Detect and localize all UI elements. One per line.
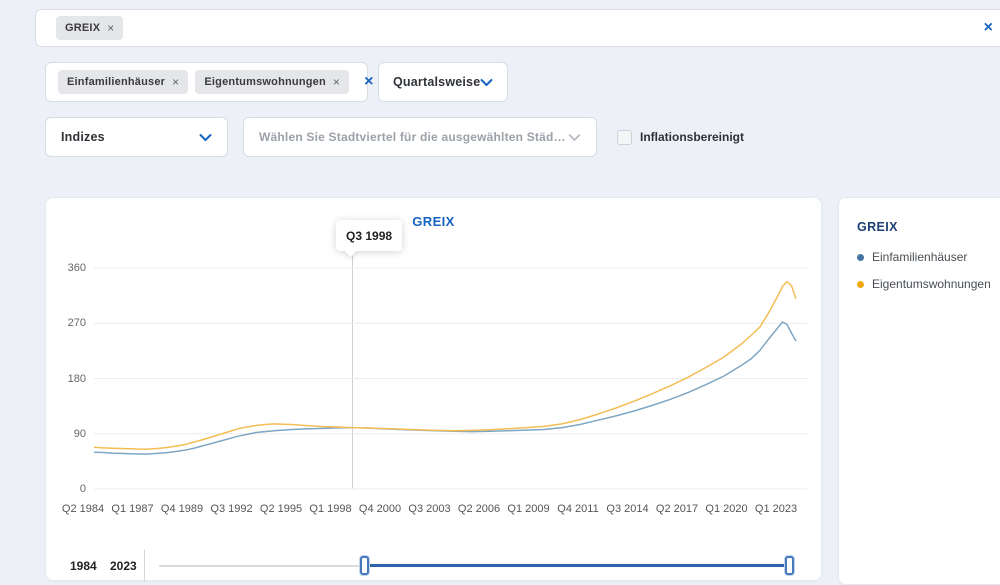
chevron-down-icon xyxy=(480,78,493,87)
range-divider xyxy=(144,550,145,582)
chevron-down-icon xyxy=(199,133,212,142)
series-dot-icon xyxy=(857,281,864,288)
chart-title: GREIX xyxy=(46,214,821,229)
y-axis-label: 360 xyxy=(48,262,86,274)
series-line-eigentumswohnungen xyxy=(94,282,796,450)
chip-label: GREIX xyxy=(65,22,100,34)
chart-plot-area[interactable] xyxy=(46,198,823,582)
range-slider-selected-range[interactable] xyxy=(364,564,789,567)
range-start-label: 1984 xyxy=(70,559,97,573)
segment-chip-einfamilienhaeuser[interactable]: Einfamilienhäuser × xyxy=(58,70,188,94)
segment-chip-eigentumswohnungen[interactable]: Eigentumswohnungen × xyxy=(195,70,349,94)
legend-item-label: Einfamilienhäuser xyxy=(872,250,967,264)
clear-cities-icon[interactable]: × xyxy=(984,20,993,36)
y-axis-label: 90 xyxy=(48,428,86,440)
range-end-label: 2023 xyxy=(110,559,137,573)
inflation-adjusted-label: Inflationsbereinigt xyxy=(640,130,744,144)
series-line-einfamilienhäuser xyxy=(94,322,796,454)
chart-crosshair-line xyxy=(352,256,353,489)
legend-card: GREIX Einfamilienhäuser Eigentumswohnung… xyxy=(838,197,1000,585)
range-slider-left-handle[interactable] xyxy=(360,556,369,575)
legend-title: GREIX xyxy=(857,220,1000,234)
remove-segment-chip-icon[interactable]: × xyxy=(333,76,340,88)
selected-city-chip[interactable]: GREIX × xyxy=(56,16,123,40)
district-placeholder: Wählen Sie Stadtviertel für die ausgewäh… xyxy=(259,130,568,144)
y-axis-label: 0 xyxy=(48,483,86,495)
chevron-down-icon xyxy=(568,133,581,142)
series-dot-icon xyxy=(857,254,864,261)
legend-item-einfamilienhaeuser[interactable]: Einfamilienhäuser xyxy=(857,250,1000,264)
clear-segments-icon[interactable]: × xyxy=(364,74,373,90)
y-axis-label: 270 xyxy=(48,317,86,329)
district-select-disabled: Wählen Sie Stadtviertel für die ausgewäh… xyxy=(243,117,597,157)
metric-select[interactable]: Indizes xyxy=(45,117,228,157)
chart-card: GREIX Q3 1998 090180270360 Q2 1984Q1 198… xyxy=(45,197,822,581)
range-slider-right-handle[interactable] xyxy=(785,556,794,575)
inflation-adjusted-option: Inflationsbereinigt xyxy=(617,117,744,157)
x-axis-label: Q1 2023 xyxy=(744,503,808,515)
segment-multiselect[interactable]: Einfamilienhäuser × Eigentumswohnungen ×… xyxy=(45,62,368,102)
inflation-adjusted-checkbox[interactable] xyxy=(617,130,632,145)
y-axis-label: 180 xyxy=(48,373,86,385)
chip-label: Einfamilienhäuser xyxy=(67,76,165,88)
legend-item-eigentumswohnungen[interactable]: Eigentumswohnungen xyxy=(857,277,1000,291)
legend-item-label: Eigentumswohnungen xyxy=(872,277,991,291)
remove-city-chip-icon[interactable]: × xyxy=(107,22,114,34)
frequency-value: Quartalsweise xyxy=(393,75,480,89)
remove-segment-chip-icon[interactable]: × xyxy=(172,76,179,88)
chip-label: Eigentumswohnungen xyxy=(204,76,326,88)
chart-tooltip: Q3 1998 xyxy=(336,220,402,251)
tooltip-label: Q3 1998 xyxy=(346,229,392,243)
city-multiselect[interactable]: GREIX × × xyxy=(35,9,1000,47)
greix-app: GREIX × × Einfamilienhäuser × Eigentumsw… xyxy=(0,0,1000,585)
frequency-select[interactable]: Quartalsweise xyxy=(378,62,508,102)
metric-value: Indizes xyxy=(61,130,105,144)
